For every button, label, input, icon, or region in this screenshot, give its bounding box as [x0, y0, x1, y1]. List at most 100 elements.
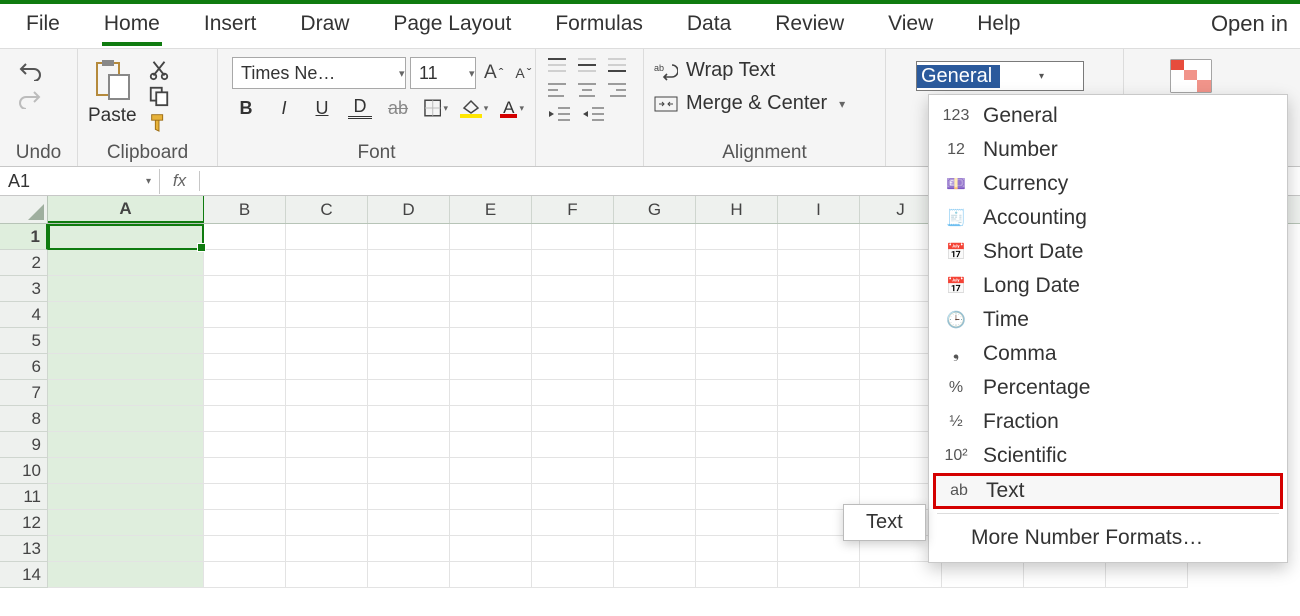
cell[interactable]: [696, 328, 778, 354]
cell[interactable]: [368, 562, 450, 588]
cell[interactable]: [614, 458, 696, 484]
number-format-option[interactable]: abText: [933, 473, 1283, 509]
cell[interactable]: [204, 276, 286, 302]
bold-button[interactable]: B: [234, 97, 258, 119]
cell[interactable]: [368, 354, 450, 380]
cell[interactable]: [450, 562, 532, 588]
cell[interactable]: [696, 510, 778, 536]
cell[interactable]: [286, 328, 368, 354]
column-header[interactable]: D: [368, 196, 450, 223]
cell[interactable]: [532, 276, 614, 302]
cell[interactable]: [532, 224, 614, 250]
cell[interactable]: [450, 432, 532, 458]
cell[interactable]: [286, 276, 368, 302]
cell[interactable]: [450, 406, 532, 432]
cell[interactable]: [614, 432, 696, 458]
borders-button[interactable]: ▾: [424, 97, 448, 119]
cell[interactable]: [286, 302, 368, 328]
cell[interactable]: [532, 536, 614, 562]
cell[interactable]: [860, 562, 942, 588]
cell[interactable]: [532, 328, 614, 354]
number-format-option[interactable]: %Percentage: [929, 371, 1287, 405]
cell[interactable]: [368, 302, 450, 328]
cell[interactable]: [286, 250, 368, 276]
select-all-corner[interactable]: [0, 196, 48, 223]
cell[interactable]: [532, 302, 614, 328]
number-format-option[interactable]: 10²Scientific: [929, 439, 1287, 473]
cell[interactable]: [614, 406, 696, 432]
cell[interactable]: [778, 562, 860, 588]
cut-icon[interactable]: [147, 59, 171, 81]
number-format-option[interactable]: 📅Short Date: [929, 235, 1287, 269]
cell[interactable]: [450, 354, 532, 380]
cell[interactable]: [614, 224, 696, 250]
column-header[interactable]: F: [532, 196, 614, 223]
tab-page-layout[interactable]: Page Layout: [371, 6, 533, 46]
cell[interactable]: [450, 276, 532, 302]
cell[interactable]: [450, 224, 532, 250]
cell[interactable]: [48, 354, 204, 380]
cell[interactable]: [48, 250, 204, 276]
cell[interactable]: [368, 458, 450, 484]
cell[interactable]: [778, 380, 860, 406]
cell[interactable]: [48, 484, 204, 510]
cell[interactable]: [368, 380, 450, 406]
cell[interactable]: [204, 562, 286, 588]
cell[interactable]: [614, 484, 696, 510]
cell[interactable]: [48, 536, 204, 562]
grow-font-button[interactable]: Aˆ: [480, 62, 507, 84]
cell[interactable]: [532, 380, 614, 406]
align-left-icon[interactable]: [546, 81, 568, 99]
cell[interactable]: [368, 250, 450, 276]
strikethrough-button[interactable]: ab: [386, 97, 410, 119]
number-format-option[interactable]: 📅Long Date: [929, 269, 1287, 303]
tab-draw[interactable]: Draw: [278, 6, 371, 46]
shrink-font-button[interactable]: Aˇ: [511, 65, 535, 81]
cell[interactable]: [614, 354, 696, 380]
cell[interactable]: [532, 432, 614, 458]
number-format-option[interactable]: 🕒Time: [929, 303, 1287, 337]
cell[interactable]: [532, 250, 614, 276]
row-header[interactable]: 3: [0, 276, 48, 302]
cell[interactable]: [450, 536, 532, 562]
cell[interactable]: [368, 276, 450, 302]
cell[interactable]: [204, 536, 286, 562]
cell[interactable]: [204, 432, 286, 458]
cell[interactable]: [450, 328, 532, 354]
row-header[interactable]: 4: [0, 302, 48, 328]
cell[interactable]: [368, 224, 450, 250]
cell[interactable]: [204, 484, 286, 510]
cell[interactable]: [696, 302, 778, 328]
row-header[interactable]: 6: [0, 354, 48, 380]
tab-review[interactable]: Review: [753, 6, 866, 46]
cell[interactable]: [204, 354, 286, 380]
cell[interactable]: [778, 354, 860, 380]
cell[interactable]: [204, 380, 286, 406]
cell[interactable]: [696, 484, 778, 510]
cell[interactable]: [286, 354, 368, 380]
cell[interactable]: [286, 562, 368, 588]
cell[interactable]: [614, 562, 696, 588]
double-underline-button[interactable]: D: [348, 97, 372, 119]
cell[interactable]: [286, 458, 368, 484]
cell[interactable]: [696, 458, 778, 484]
cell[interactable]: [532, 354, 614, 380]
cell[interactable]: [532, 510, 614, 536]
column-header[interactable]: H: [696, 196, 778, 223]
align-top-icon[interactable]: [546, 57, 568, 75]
number-format-combo[interactable]: General ▾: [916, 61, 1084, 91]
cell[interactable]: [48, 406, 204, 432]
row-header[interactable]: 10: [0, 458, 48, 484]
cell[interactable]: [532, 406, 614, 432]
cell[interactable]: [286, 224, 368, 250]
row-header[interactable]: 12: [0, 510, 48, 536]
underline-button[interactable]: U: [310, 97, 334, 119]
cell[interactable]: [48, 562, 204, 588]
cell[interactable]: [48, 380, 204, 406]
cell[interactable]: [450, 302, 532, 328]
cell[interactable]: [368, 536, 450, 562]
number-format-option[interactable]: 123General: [929, 99, 1287, 133]
cell[interactable]: [696, 406, 778, 432]
cell[interactable]: [204, 302, 286, 328]
cell[interactable]: [696, 276, 778, 302]
